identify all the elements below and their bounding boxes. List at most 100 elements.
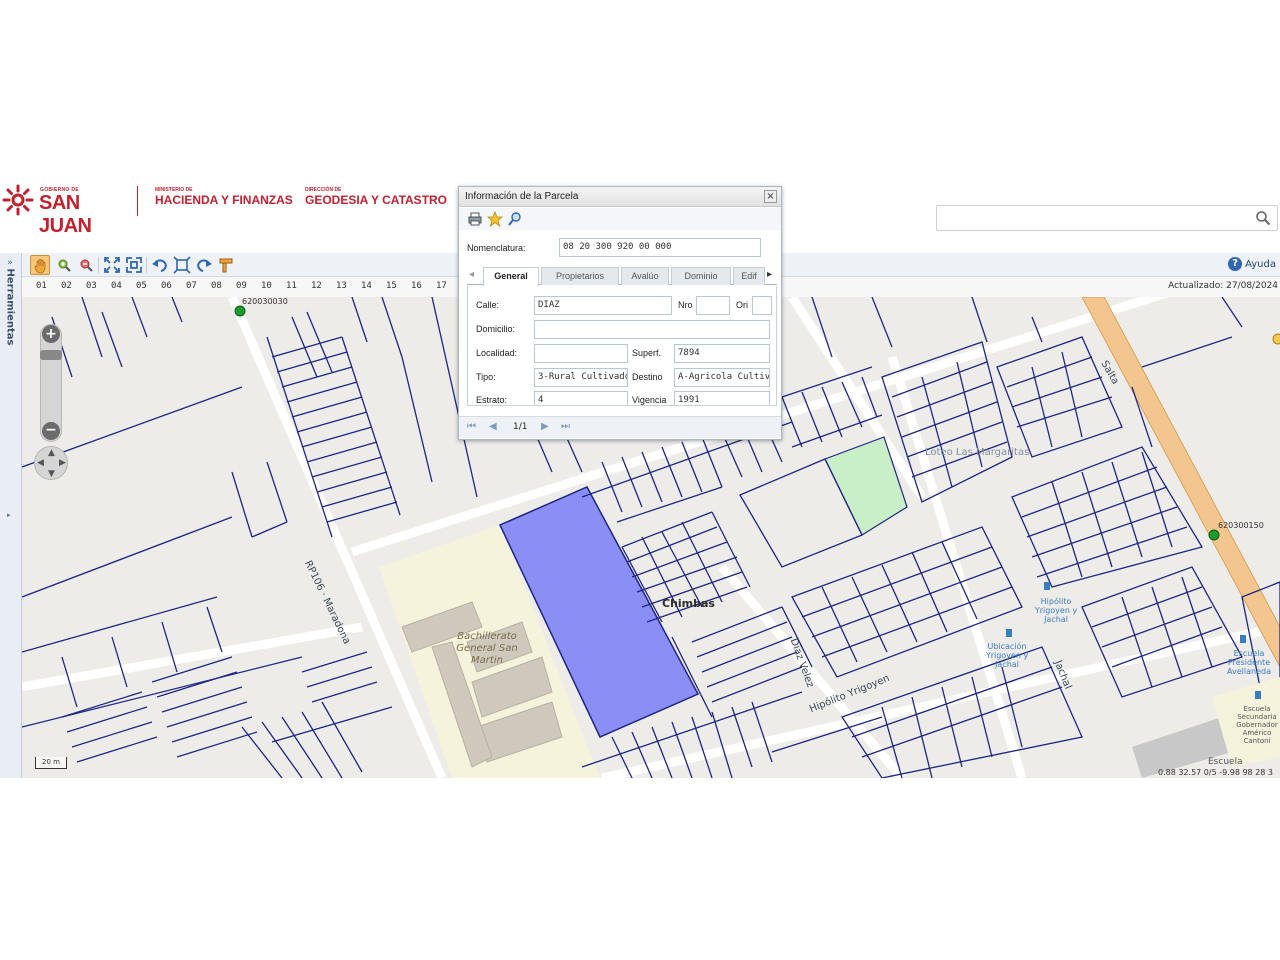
domicilio-field[interactable] — [534, 320, 770, 339]
first-page-icon[interactable]: ⏮ — [467, 421, 476, 432]
superficie-field[interactable]: 7894 — [674, 344, 770, 363]
ministry-logo: MINISTERIO DE HACIENDA Y FINANZAS — [155, 187, 293, 207]
zoom-to-icon[interactable] — [507, 211, 523, 227]
nro-field[interactable] — [696, 296, 730, 315]
sheet-number[interactable]: 03 — [86, 281, 97, 291]
sidebar-label: Herramientas — [4, 268, 16, 346]
survey-marker-icon — [1208, 529, 1220, 541]
sheet-number[interactable]: 02 — [61, 281, 72, 291]
zoom-in-icon[interactable] — [54, 255, 74, 275]
subdivision-label: Loteo Las Margaritas — [925, 447, 1030, 458]
dialog-titlebar[interactable]: Información de la Parcela × — [459, 187, 781, 207]
sheet-number[interactable]: 07 — [186, 281, 197, 291]
search-box — [936, 205, 1278, 231]
pan-left-icon[interactable]: ◀ — [37, 458, 44, 468]
ori-field[interactable] — [752, 296, 772, 315]
zoom-extent-icon[interactable] — [102, 255, 122, 275]
sheet-number[interactable]: 04 — [111, 281, 122, 291]
tipo-label: Tipo: — [476, 372, 496, 382]
help-link[interactable]: ? Ayuda — [1228, 257, 1276, 273]
measure-icon[interactable] — [216, 255, 236, 275]
sheet-number[interactable]: 16 — [411, 281, 422, 291]
sheet-number[interactable]: 13 — [336, 281, 347, 291]
search-input[interactable] — [941, 209, 1241, 227]
sheet-number[interactable]: 17 — [436, 281, 447, 291]
help-label[interactable]: Ayuda — [1245, 259, 1276, 270]
header-separator — [137, 186, 138, 216]
pan-down-icon[interactable]: ▼ — [48, 469, 55, 479]
zoom-slider-handle[interactable] — [40, 350, 62, 360]
search-icon[interactable] — [1255, 210, 1271, 226]
destino-label: Destino — [632, 372, 663, 382]
zoom-out-icon[interactable] — [76, 255, 96, 275]
zoom-out-button[interactable]: − — [42, 422, 60, 440]
redo-icon[interactable] — [194, 255, 214, 275]
ori-label: Ori — [736, 300, 748, 310]
nro-label: Nro — [678, 300, 693, 310]
sheet-number[interactable]: 01 — [36, 281, 47, 291]
ministry-name: HACIENDA Y FINANZAS — [155, 193, 293, 207]
calle-field[interactable]: DIAZ — [534, 296, 672, 315]
tab-propietarios[interactable]: Propietarios — [541, 267, 619, 285]
localidad-field[interactable] — [534, 344, 628, 363]
direction-name: GEODESIA Y CATASTRO — [305, 193, 448, 207]
sheet-number[interactable]: 15 — [386, 281, 397, 291]
poi-label: Escuela — [1208, 757, 1243, 767]
tab-dominio[interactable]: Dominio — [671, 267, 731, 285]
survey-marker-icon — [234, 305, 246, 317]
poi-label: Ubicación Yrigoyen y Jachal — [985, 642, 1029, 669]
poi-icon — [1044, 582, 1050, 590]
sheet-number[interactable]: 08 — [211, 281, 222, 291]
full-extent-icon[interactable] — [124, 255, 144, 275]
print-icon[interactable] — [467, 211, 483, 227]
sheet-number[interactable]: 12 — [311, 281, 322, 291]
nomenclatura-label: Nomenclatura: — [467, 243, 526, 253]
tab-scroll-right-icon[interactable]: ▸ — [767, 269, 772, 280]
destino-field[interactable]: A-Agricola Cultivad — [674, 368, 770, 387]
hand-pan-icon[interactable] — [30, 255, 50, 275]
direction-logo: DIRECCIÓN DE GEODESIA Y CATASTRO — [305, 187, 447, 207]
undo-icon[interactable] — [150, 255, 170, 275]
prev-page-icon[interactable]: ◀ — [489, 421, 497, 432]
tab-scroll-left-icon[interactable]: ◂ — [469, 269, 474, 280]
vigencia-field[interactable]: 1991 — [674, 391, 770, 405]
scale-bar: 20 m — [35, 757, 67, 769]
parcel-info-dialog[interactable]: Información de la Parcela × Nomenclatura… — [458, 186, 782, 440]
pan-up-icon[interactable]: ▲ — [48, 448, 55, 458]
star-icon[interactable] — [487, 211, 503, 227]
superficie-label: Superf. — [632, 348, 662, 358]
sheet-number[interactable]: 10 — [261, 281, 272, 291]
tab-edificacion[interactable]: Edif — [733, 267, 765, 285]
help-icon[interactable]: ? — [1228, 257, 1243, 271]
sidebar-arrow-icon[interactable]: ▸ — [7, 511, 11, 519]
pan-right-icon[interactable]: ▶ — [59, 458, 66, 468]
poi-label: Escuela Presidente Avellaneda — [1227, 649, 1271, 676]
zoom-box-icon[interactable] — [172, 255, 192, 275]
close-icon[interactable]: × — [764, 190, 777, 203]
sidebar-expand-icon[interactable]: » — [3, 257, 17, 269]
pan-control[interactable]: ▲ ▼ ◀ ▶ — [34, 446, 68, 480]
tab-avaluo[interactable]: Avalúo — [621, 267, 669, 285]
next-page-icon[interactable]: ▶ — [541, 421, 549, 432]
logo-big-text: SAN JUAN — [39, 192, 92, 237]
toolbar-separator — [146, 257, 147, 273]
tab-general[interactable]: General — [483, 267, 539, 286]
zoom-in-button[interactable]: + — [42, 325, 60, 343]
tools-sidebar[interactable]: » Herramientas ▸ — [0, 253, 22, 778]
sheet-number[interactable]: 14 — [361, 281, 372, 291]
estrato-field[interactable]: 4 — [534, 391, 628, 405]
app-root: GOBIERNO DE SAN JUAN MINISTERIO DE HACIE… — [0, 0, 1280, 960]
coordinates-readout: 0.88 32.57 0/5 -9.98 98 28 3 — [1158, 768, 1273, 777]
poi-icon — [1255, 691, 1261, 699]
last-page-icon[interactable]: ⏭ — [561, 421, 570, 432]
page-indicator: 1/1 — [513, 422, 528, 432]
sheet-number[interactable]: 05 — [136, 281, 147, 291]
sheet-number[interactable]: 11 — [286, 281, 297, 291]
sheet-number[interactable]: 09 — [236, 281, 247, 291]
sheet-number[interactable]: 06 — [161, 281, 172, 291]
last-updated: Actualizado: 27/08/2024 — [1168, 281, 1278, 291]
tipo-field[interactable]: 3-Rural Cultivado c — [534, 368, 628, 387]
logo-san-juan: GOBIERNO DE SAN JUAN — [2, 184, 132, 237]
nomenclatura-field[interactable]: 08 20 300 920 00 000 — [559, 238, 761, 257]
school-label: Bachillerato General San Martin — [456, 631, 518, 666]
